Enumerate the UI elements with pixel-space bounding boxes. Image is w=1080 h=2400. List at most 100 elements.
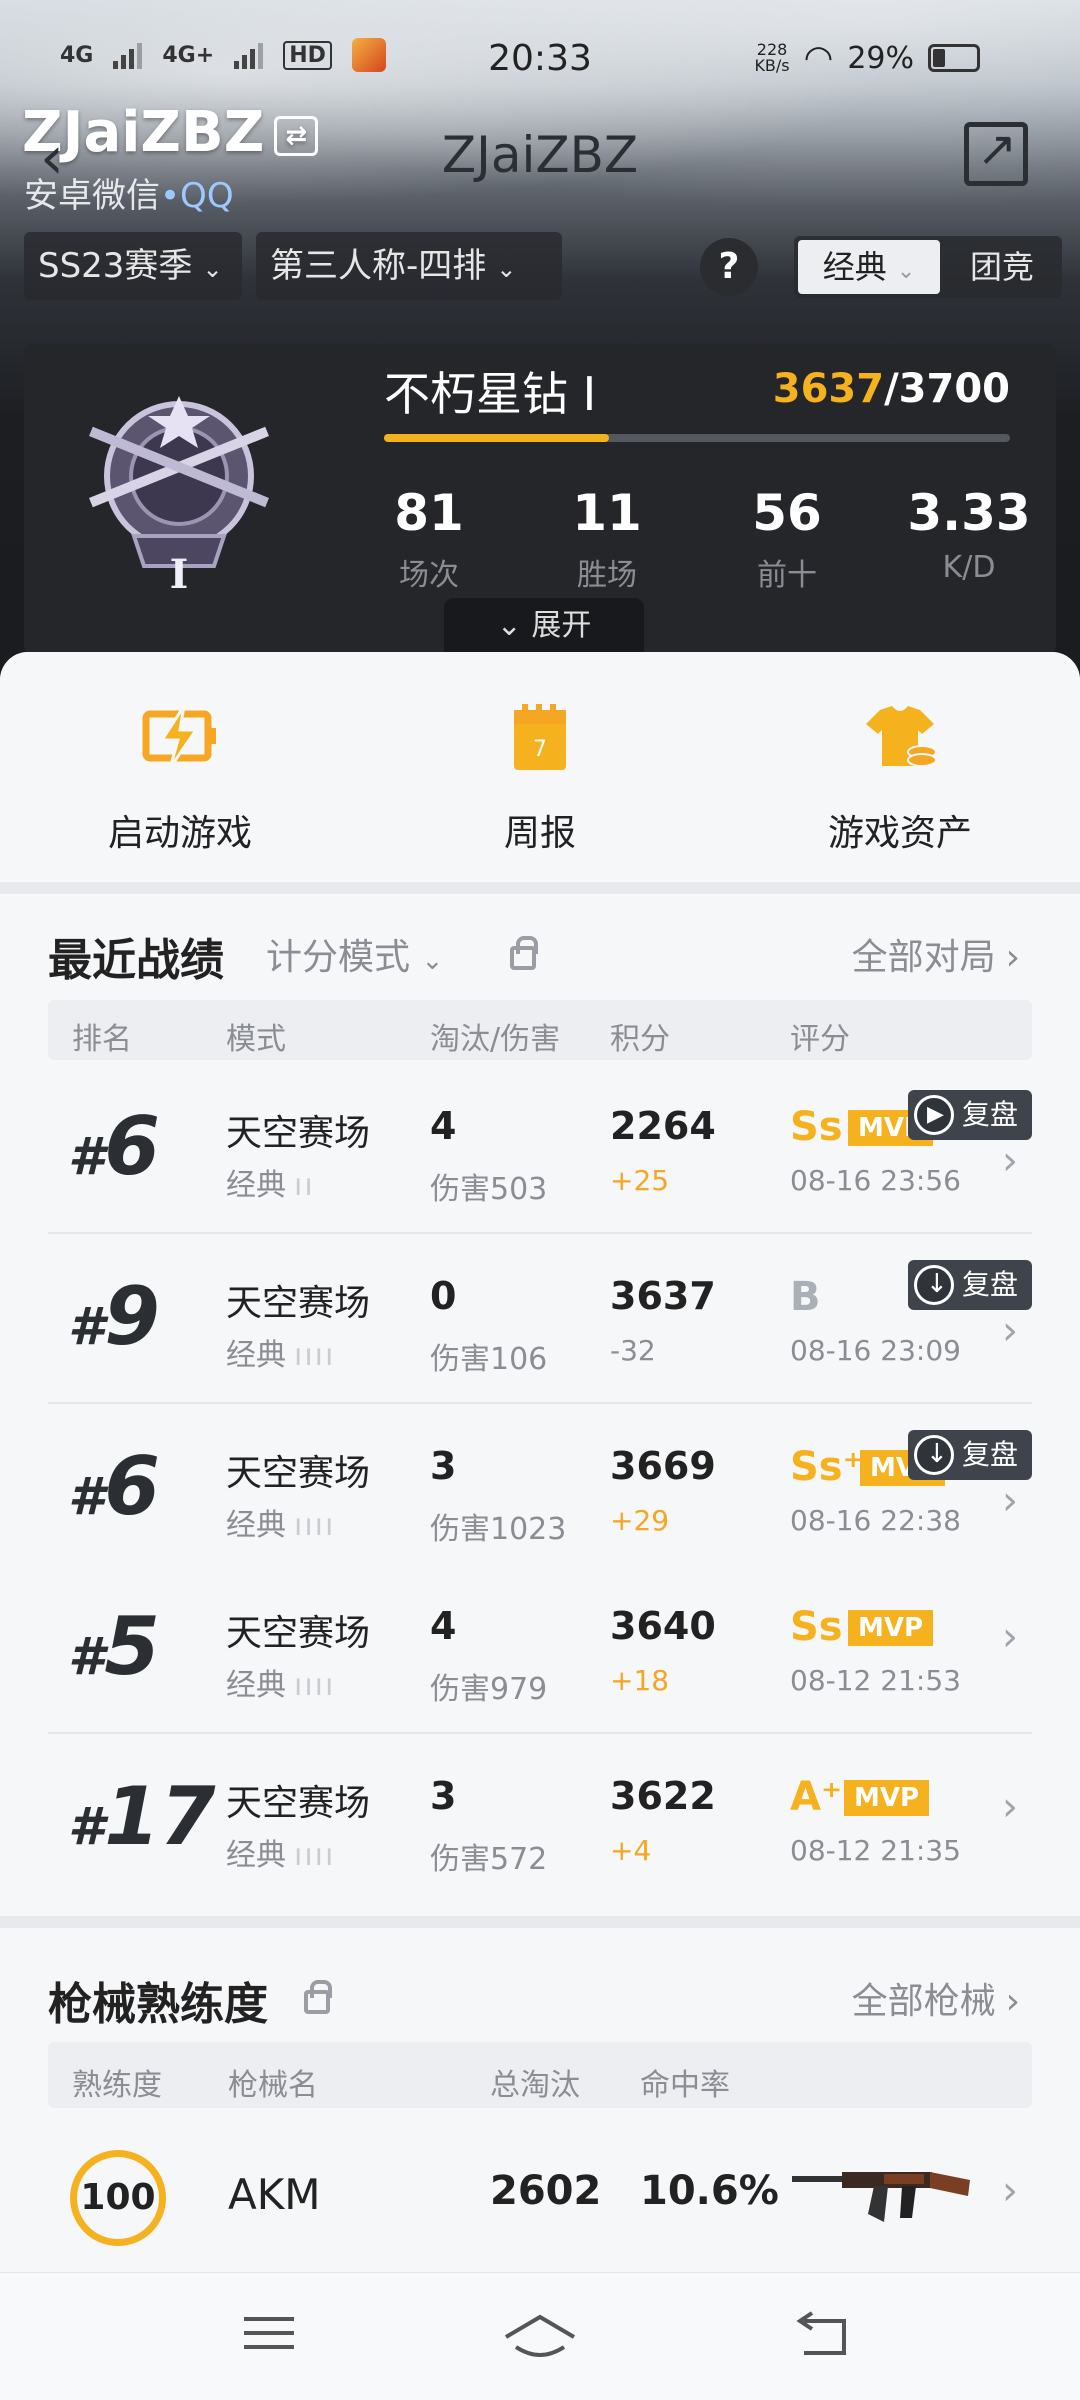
launch-game-button[interactable]: 启动游戏 xyxy=(50,702,310,856)
col-total-kills: 总淘汰 xyxy=(490,2068,580,2103)
shirt-coins-icon xyxy=(866,706,937,767)
chevron-right-icon: › xyxy=(1002,1614,1018,1660)
match-rank: #6 xyxy=(68,1100,160,1193)
all-weapons-link[interactable]: 全部枪械 › xyxy=(852,1972,1020,2024)
divider xyxy=(0,1916,1080,1928)
weapon-accuracy: 10.6% xyxy=(640,2168,779,2214)
weekly-report-button[interactable]: 7 周报 xyxy=(410,702,670,856)
chevron-right-icon: › xyxy=(1002,1478,1018,1524)
status-bar: 4G 4G+ HD 20:33 228 KB/s ◠ 29% xyxy=(0,30,1080,90)
match-date: 08-16 22:38 xyxy=(790,1504,961,1537)
rank-card: I 不朽星钻 Ⅰ 3637/3700 81 场次 11 胜场 56 前十 3.33 K/… xyxy=(24,344,1056,654)
match-rank: #6 xyxy=(68,1440,160,1533)
title-bar: ZJaiZBZ ⇄ 安卓微信•QQ ‹ ZJaiZBZ xyxy=(0,100,1080,216)
match-grade: Ss xyxy=(790,1104,843,1150)
weapon-kills: 2602 xyxy=(490,2168,602,2214)
team-size-icon: ıııı xyxy=(294,1508,336,1543)
match-damage: 伤害106 xyxy=(430,1342,548,1377)
chevron-right-icon: › xyxy=(1002,1138,1018,1184)
match-kills: 0 xyxy=(430,1274,457,1318)
tab-team-deathmatch[interactable]: 团竞 xyxy=(944,240,1060,294)
match-mode: 经典 ıı xyxy=(226,1168,315,1203)
weapon-name: AKM xyxy=(228,2170,321,2219)
chevron-right-icon: › xyxy=(1002,1784,1018,1830)
expand-button[interactable]: ⌄ 展开 xyxy=(444,598,644,654)
chevron-down-icon: ⌄ xyxy=(496,255,517,283)
match-date: 08-16 23:09 xyxy=(790,1334,961,1367)
replay-button[interactable]: 复盘 xyxy=(908,1090,1032,1140)
match-row[interactable]: #17 天空赛场 经典 ıııı 3 伤害572 3622 +4 A⁺ MVP 0… xyxy=(48,1734,1032,1904)
filter-bar: SS23赛季 ⌄ 第三人称-四排 ⌄ ? 经典 ⌄ 团竞 xyxy=(0,232,1080,302)
match-score: 3669 xyxy=(610,1444,716,1488)
lock-icon xyxy=(510,936,538,970)
match-mode: 经典 ıııı xyxy=(226,1508,336,1543)
match-score-delta: +18 xyxy=(610,1664,670,1697)
match-row[interactable]: #6 天空赛场 经典 ıııı 3 伤害1023 3669 +29 Ss⁺ MVP… xyxy=(48,1404,1032,1574)
chevron-down-icon: ⌄ xyxy=(202,255,223,283)
wifi-icon: ◠ xyxy=(803,38,834,78)
play-icon xyxy=(914,1095,954,1135)
match-grade: Ss⁺ xyxy=(790,1444,864,1490)
match-map: 天空赛场 xyxy=(226,1113,371,1154)
season-dropdown[interactable]: SS23赛季 ⌄ xyxy=(24,232,242,300)
match-row[interactable]: #9 天空赛场 经典 ıııı 0 伤害106 3637 -32 B 08-16 … xyxy=(48,1234,1032,1404)
lightning-icon xyxy=(142,705,216,769)
match-mode: 经典 ıııı xyxy=(226,1668,336,1703)
team-size-icon: ıııı xyxy=(294,1338,336,1373)
calendar-badge: 7 xyxy=(533,737,547,762)
col-mode: 模式 xyxy=(226,1022,286,1057)
tab-classic[interactable]: 经典 ⌄ xyxy=(798,240,940,294)
match-rank: #17 xyxy=(68,1770,216,1863)
rank-points: 3637/3700 xyxy=(772,366,1010,412)
team-size-icon: ıııı xyxy=(294,1668,336,1703)
weapon-row[interactable]: 100 AKM 2602 10.6% › xyxy=(48,2128,1032,2268)
download-icon xyxy=(914,1435,954,1475)
game-assets-button[interactable]: 游戏资产 xyxy=(770,702,1030,856)
match-row[interactable]: #5 天空赛场 经典 ıııı 4 伤害979 3640 +18 Ss MVP 0… xyxy=(48,1564,1032,1734)
match-grade: B xyxy=(790,1274,821,1320)
score-mode-dropdown[interactable]: 计分模式 ⌄ xyxy=(266,928,443,980)
replay-button[interactable]: 复盘 xyxy=(908,1260,1032,1310)
match-kills: 4 xyxy=(430,1604,457,1648)
stat-matches-label: 场次 xyxy=(399,558,459,593)
chevron-down-icon: ⌄ xyxy=(421,946,444,976)
match-score: 3637 xyxy=(610,1274,716,1318)
col-score: 积分 xyxy=(610,1022,670,1057)
help-icon[interactable]: ? xyxy=(700,238,758,296)
calendar-icon: 7 xyxy=(514,704,566,770)
weapons-table-header: 熟练度 枪械名 总淘汰 命中率 xyxy=(48,2042,1032,2108)
team-size-icon: ıı xyxy=(294,1168,315,1203)
mvp-badge: MVP xyxy=(844,1780,930,1816)
mastery-level: 100 xyxy=(70,2150,166,2246)
stat-kd-value: 3.33 xyxy=(907,484,1031,542)
home-icon[interactable] xyxy=(500,2307,580,2367)
match-score-delta: +29 xyxy=(610,1504,670,1537)
stat-top10-label: 前十 xyxy=(757,558,817,593)
match-row[interactable]: #6 天空赛场 经典 ıı 4 伤害503 2264 +25 Ss MVP 08-… xyxy=(48,1064,1032,1234)
mode-dropdown[interactable]: 第三人称-四排 ⌄ xyxy=(256,232,562,300)
rank-progress-bar xyxy=(384,434,1010,442)
akm-rifle-icon xyxy=(792,2172,970,2222)
rank-stats: 81 场次 11 胜场 56 前十 3.33 K/D xyxy=(344,484,1034,594)
col-mastery: 熟练度 xyxy=(72,2068,162,2103)
match-map: 天空赛场 xyxy=(226,1783,371,1824)
stat-top10-value: 56 xyxy=(752,484,822,542)
menu-icon[interactable] xyxy=(244,2307,308,2367)
svg-text:I: I xyxy=(170,551,189,596)
chevron-right-icon: › xyxy=(1005,1981,1020,2022)
divider xyxy=(0,882,1080,894)
profile-hero: 4G 4G+ HD 20:33 228 KB/s ◠ 29% ZJaiZBZ ⇄ 安… xyxy=(0,0,1080,700)
all-matches-link[interactable]: 全部对局 › xyxy=(852,928,1020,980)
share-icon[interactable] xyxy=(964,121,1028,186)
rank-progress-fill xyxy=(384,434,610,442)
replay-button[interactable]: 复盘 xyxy=(908,1430,1032,1480)
col-kills-damage: 淘汰/伤害 xyxy=(430,1022,561,1057)
match-score: 3622 xyxy=(610,1774,716,1818)
match-score: 2264 xyxy=(610,1104,716,1148)
battery-icon xyxy=(928,44,980,72)
back-nav-icon[interactable] xyxy=(790,2307,854,2367)
mvp-badge: MVP xyxy=(848,1610,934,1646)
match-kills: 3 xyxy=(430,1444,457,1488)
stat-kd-label: K/D xyxy=(942,550,996,585)
section-title: 最近战绩 xyxy=(48,935,224,986)
